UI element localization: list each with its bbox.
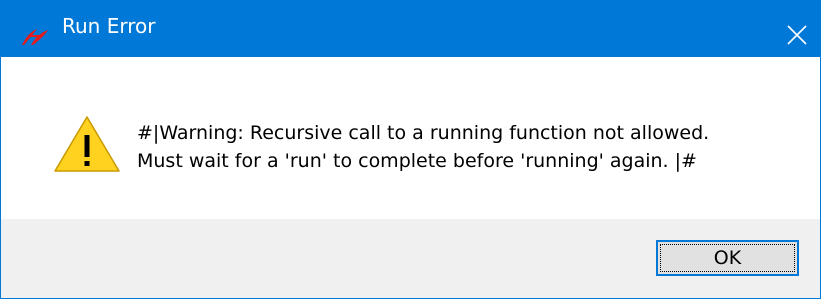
error-message: #|Warning: Recursive call to a running f… [137, 119, 709, 175]
error-message-line-1: #|Warning: Recursive call to a running f… [137, 122, 710, 144]
error-dialog: Run Error #|Warning: Recursive call to a… [0, 0, 821, 299]
error-message-line-2: Must wait for a 'run' to complete before… [137, 150, 697, 172]
title-bar[interactable]: Run Error [1, 1, 820, 57]
ok-button[interactable]: OK [656, 240, 799, 276]
close-icon [787, 25, 807, 45]
tk-feather-icon [20, 27, 50, 47]
close-button[interactable] [774, 1, 820, 57]
dialog-content: #|Warning: Recursive call to a running f… [1, 57, 820, 219]
ok-button-label: OK [660, 244, 795, 272]
button-bar: OK [1, 219, 820, 298]
warning-icon [53, 115, 121, 173]
window-title: Run Error [62, 14, 156, 38]
